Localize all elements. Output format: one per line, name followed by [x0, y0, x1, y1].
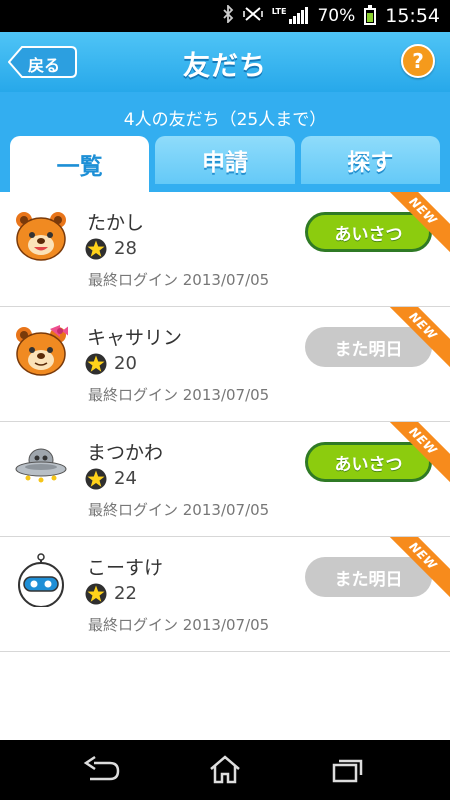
- ufo-icon: [15, 448, 67, 483]
- last-login: 最終ログイン 2013/07/05: [88, 501, 270, 519]
- clock: 15:54: [385, 5, 440, 27]
- star-icon: [85, 353, 107, 375]
- see-you-tomorrow-button[interactable]: また明日: [305, 327, 432, 367]
- friend-points: 24: [114, 468, 137, 489]
- see-you-tomorrow-button[interactable]: また明日: [305, 557, 432, 597]
- bear-bow-icon: [16, 325, 68, 376]
- star-icon: [85, 583, 107, 605]
- last-login: 最終ログイン 2013/07/05: [88, 386, 270, 404]
- tab-requests[interactable]: 申請: [155, 136, 295, 184]
- star-icon: [85, 238, 107, 260]
- friend-points: 28: [114, 238, 137, 259]
- friend-points: 20: [114, 353, 137, 374]
- system-nav-bar: [0, 740, 450, 800]
- star-icon: [85, 468, 107, 490]
- signal-icon: [289, 7, 309, 24]
- list-item[interactable]: まつかわ 24 最終ログイン 2013/07/05 あいさつ NEW: [0, 422, 450, 537]
- home-nav-icon[interactable]: [205, 755, 245, 785]
- vibrate-icon: [242, 5, 263, 27]
- network-type: LTE: [271, 6, 287, 16]
- friend-name: たかし: [87, 212, 145, 234]
- greet-button[interactable]: あいさつ: [305, 442, 432, 482]
- bear-icon: [16, 212, 66, 261]
- last-login: 最終ログイン 2013/07/05: [88, 616, 270, 634]
- greet-button[interactable]: あいさつ: [305, 212, 432, 252]
- page-title: 友だち: [183, 51, 267, 82]
- friend-name: まつかわ: [87, 442, 164, 464]
- app-header: 戻る 友だち ?: [0, 32, 450, 92]
- back-nav-icon[interactable]: [82, 755, 122, 785]
- list-item[interactable]: たかし 28 最終ログイン 2013/07/05 あいさつ NEW: [0, 192, 450, 307]
- status-bar: LTE 70% 15:54: [0, 0, 450, 32]
- list-item[interactable]: こーすけ 22 最終ログイン 2013/07/05 また明日 NEW: [0, 537, 450, 652]
- tab-bar: 一覧 申請 探す: [10, 136, 440, 192]
- last-login: 最終ログイン 2013/07/05: [88, 271, 270, 289]
- friend-points: 22: [114, 583, 137, 604]
- tab-list[interactable]: 一覧: [10, 136, 150, 192]
- tab-search[interactable]: 探す: [300, 136, 440, 184]
- recent-apps-icon[interactable]: [328, 755, 368, 785]
- help-button[interactable]: ?: [401, 44, 435, 78]
- bluetooth-icon: [222, 3, 234, 27]
- battery-percent: 70%: [317, 6, 356, 26]
- robot-icon: [18, 553, 64, 607]
- friend-list: たかし 28 最終ログイン 2013/07/05 あいさつ NEW キャサリン …: [0, 192, 450, 652]
- battery-icon: [364, 4, 377, 25]
- tab-band: 4人の友だち（25人まで） 一覧 申請 探す: [0, 92, 450, 192]
- list-item[interactable]: キャサリン 20 最終ログイン 2013/07/05 また明日 NEW: [0, 307, 450, 422]
- friend-count: 4人の友だち（25人まで）: [123, 110, 327, 130]
- friend-name: こーすけ: [87, 557, 164, 579]
- friend-name: キャサリン: [87, 327, 183, 349]
